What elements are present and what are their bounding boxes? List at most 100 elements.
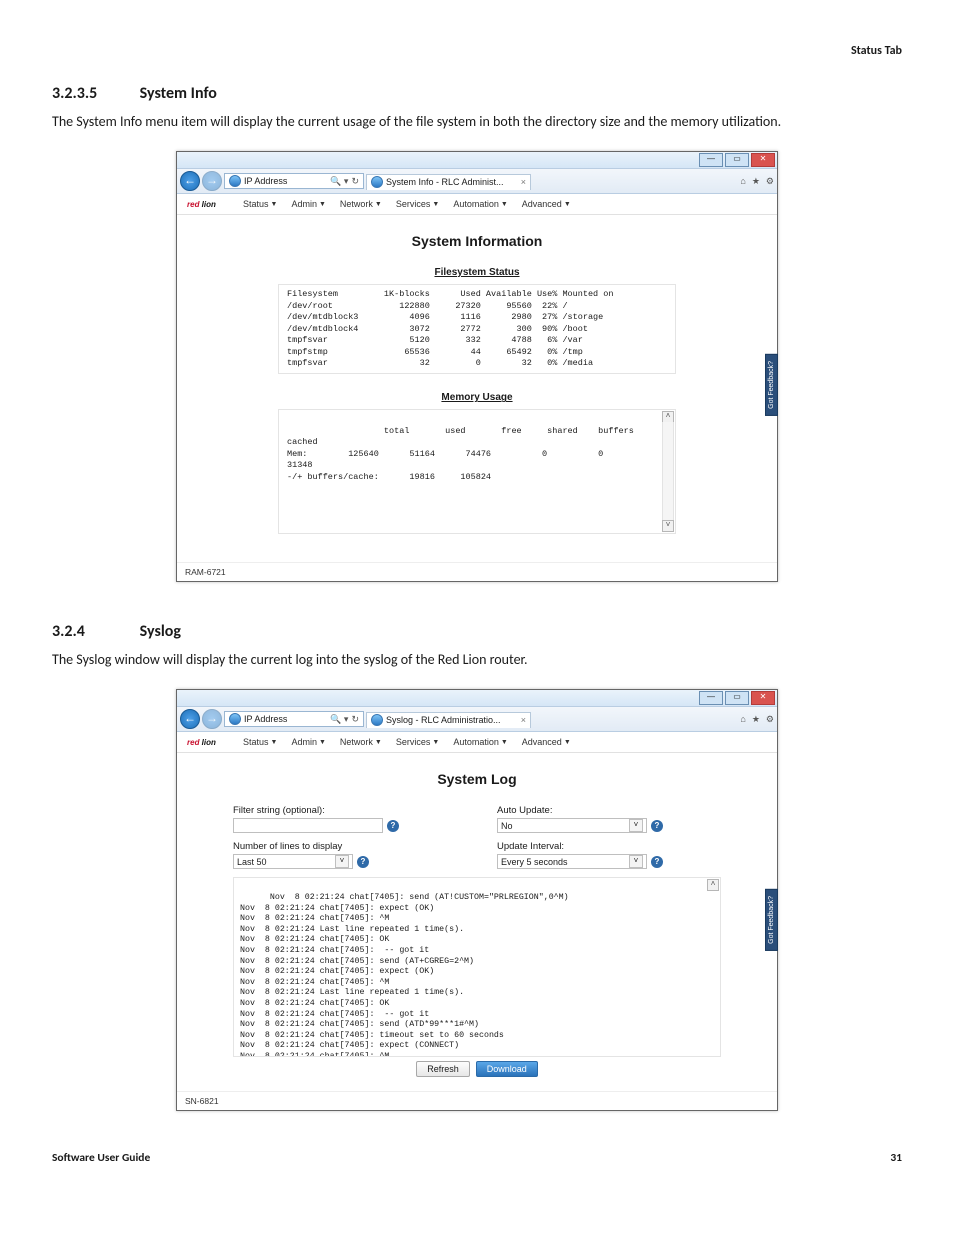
memory-usage-output: total used free shared buffers cached Me… — [278, 409, 676, 534]
browser-toolbar-icons: ⌂ ★ ⚙ — [740, 176, 774, 187]
ie-icon — [229, 713, 241, 725]
refresh-icon[interactable]: ↻ — [351, 714, 359, 725]
download-button[interactable]: Download — [476, 1061, 538, 1077]
help-icon[interactable]: ? — [357, 856, 369, 868]
refresh-button[interactable]: Refresh — [416, 1061, 470, 1077]
window-maximize-button[interactable]: ▭ — [725, 691, 749, 705]
browser-tab[interactable]: Syslog - RLC Administratio... × — [366, 712, 531, 728]
running-header: Status Tab — [52, 44, 902, 58]
favicon-icon — [371, 714, 383, 726]
forward-button[interactable]: → — [202, 171, 222, 191]
device-model: RAM-6721 — [177, 562, 777, 581]
home-icon[interactable]: ⌂ — [740, 714, 745, 725]
feedback-tab[interactable]: Got Feedback? — [765, 354, 778, 416]
favorites-icon[interactable]: ★ — [752, 176, 760, 187]
filter-input[interactable] — [233, 818, 383, 833]
window-titlebar: — ▭ ✕ — [177, 690, 777, 706]
svg-text:red lion: red lion — [187, 738, 216, 747]
window-maximize-button[interactable]: ▭ — [725, 153, 749, 167]
browser-tab[interactable]: System Info - RLC Administ... × — [366, 174, 531, 190]
lines-label: Number of lines to display — [233, 841, 457, 852]
page-content: System Log Filter string (optional): ? A… — [177, 753, 777, 1091]
tab-close-icon[interactable]: × — [521, 715, 526, 725]
page-footer: Software User Guide 31 — [52, 1151, 902, 1165]
help-icon[interactable]: ? — [651, 820, 663, 832]
url-field[interactable]: IP Address 🔍 ▾ ↻ — [224, 711, 364, 727]
memory-usage-text: total used free shared buffers cached Me… — [287, 426, 659, 482]
autoupdate-value: No — [501, 821, 513, 831]
help-icon[interactable]: ? — [387, 820, 399, 832]
brand-logo: red lion — [187, 737, 229, 747]
filter-label: Filter string (optional): — [233, 805, 457, 816]
screenshot-syslog: — ▭ ✕ ← → IP Address 🔍 ▾ ↻ Syslog - RLC … — [176, 689, 778, 1111]
filesystem-status-output: Filesystem 1K-blocks Used Available Use%… — [278, 284, 676, 374]
page-number: 31 — [890, 1151, 902, 1165]
section-text: The Syslog window will display the curre… — [52, 651, 902, 669]
menu-advanced[interactable]: Advanced▼ — [522, 737, 571, 747]
chevron-down-icon: ˅ — [629, 819, 643, 832]
tools-icon[interactable]: ⚙ — [766, 714, 774, 725]
chevron-down-icon: ˅ — [335, 855, 349, 868]
scroll-track[interactable] — [662, 422, 674, 521]
section-title: System Info — [140, 84, 217, 103]
action-buttons: Refresh Download — [193, 1061, 761, 1077]
section-title: Syslog — [140, 622, 181, 641]
scroll-down-button[interactable]: ˅ — [662, 520, 674, 532]
memory-usage-title: Memory Usage — [193, 392, 761, 403]
tab-close-icon[interactable]: × — [521, 177, 526, 187]
menu-admin[interactable]: Admin▼ — [291, 737, 325, 747]
filesystem-status-title: Filesystem Status — [193, 267, 761, 278]
chevron-down-icon: ˅ — [629, 855, 643, 868]
refresh-icon[interactable]: ↻ — [351, 176, 359, 187]
window-minimize-button[interactable]: — — [699, 691, 723, 705]
page-content: System Information Filesystem Status Fil… — [177, 215, 777, 562]
autoupdate-select[interactable]: No ˅ — [497, 818, 647, 833]
home-icon[interactable]: ⌂ — [740, 176, 745, 187]
section-heading-system-info: 3.2.3.5 System Info — [52, 84, 902, 103]
search-icon: 🔍 ▾ — [330, 176, 348, 187]
menu-network[interactable]: Network▼ — [340, 737, 382, 747]
url-text: IP Address — [244, 176, 287, 186]
menu-services[interactable]: Services▼ — [396, 199, 439, 209]
interval-select[interactable]: Every 5 seconds ˅ — [497, 854, 647, 869]
back-button[interactable]: ← — [180, 709, 200, 729]
interval-label: Update Interval: — [497, 841, 721, 852]
forward-button[interactable]: → — [202, 709, 222, 729]
url-text: IP Address — [244, 714, 287, 724]
menu-advanced[interactable]: Advanced▼ — [522, 199, 571, 209]
lines-value: Last 50 — [237, 857, 267, 867]
menu-automation[interactable]: Automation▼ — [453, 737, 507, 747]
browser-address-bar: ← → IP Address 🔍 ▾ ↻ System Info - RLC A… — [177, 168, 777, 194]
scroll-up-button[interactable]: ˄ — [707, 879, 719, 891]
svg-text:red lion: red lion — [187, 200, 216, 209]
url-field[interactable]: IP Address 🔍 ▾ ↻ — [224, 173, 364, 189]
menu-status[interactable]: Status▼ — [243, 737, 277, 747]
footer-left: Software User Guide — [52, 1151, 150, 1165]
syslog-output: Nov 8 02:21:24 chat[7405]: send (AT!CUST… — [233, 877, 721, 1057]
menu-services[interactable]: Services▼ — [396, 737, 439, 747]
lines-select[interactable]: Last 50 ˅ — [233, 854, 353, 869]
back-button[interactable]: ← — [180, 171, 200, 191]
panel-title: System Log — [193, 771, 761, 787]
menu-network[interactable]: Network▼ — [340, 199, 382, 209]
window-close-button[interactable]: ✕ — [751, 153, 775, 167]
browser-toolbar-icons: ⌂ ★ ⚙ — [740, 714, 774, 725]
window-close-button[interactable]: ✕ — [751, 691, 775, 705]
interval-value: Every 5 seconds — [501, 857, 568, 867]
favicon-icon — [371, 176, 383, 188]
autoupdate-label: Auto Update: — [497, 805, 721, 816]
window-minimize-button[interactable]: — — [699, 153, 723, 167]
section-number: 3.2.4 — [52, 622, 136, 641]
favorites-icon[interactable]: ★ — [752, 714, 760, 725]
menu-status[interactable]: Status▼ — [243, 199, 277, 209]
feedback-tab[interactable]: Got Feedback? — [765, 889, 778, 951]
device-model: SN-6821 — [177, 1091, 777, 1110]
menu-automation[interactable]: Automation▼ — [453, 199, 507, 209]
browser-address-bar: ← → IP Address 🔍 ▾ ↻ Syslog - RLC Admini… — [177, 706, 777, 732]
brand-logo: red lion — [187, 199, 229, 209]
menu-admin[interactable]: Admin▼ — [291, 199, 325, 209]
tools-icon[interactable]: ⚙ — [766, 176, 774, 187]
help-icon[interactable]: ? — [651, 856, 663, 868]
syslog-text: Nov 8 02:21:24 chat[7405]: send (AT!CUST… — [240, 893, 569, 1057]
tab-title: Syslog - RLC Administratio... — [386, 715, 501, 725]
